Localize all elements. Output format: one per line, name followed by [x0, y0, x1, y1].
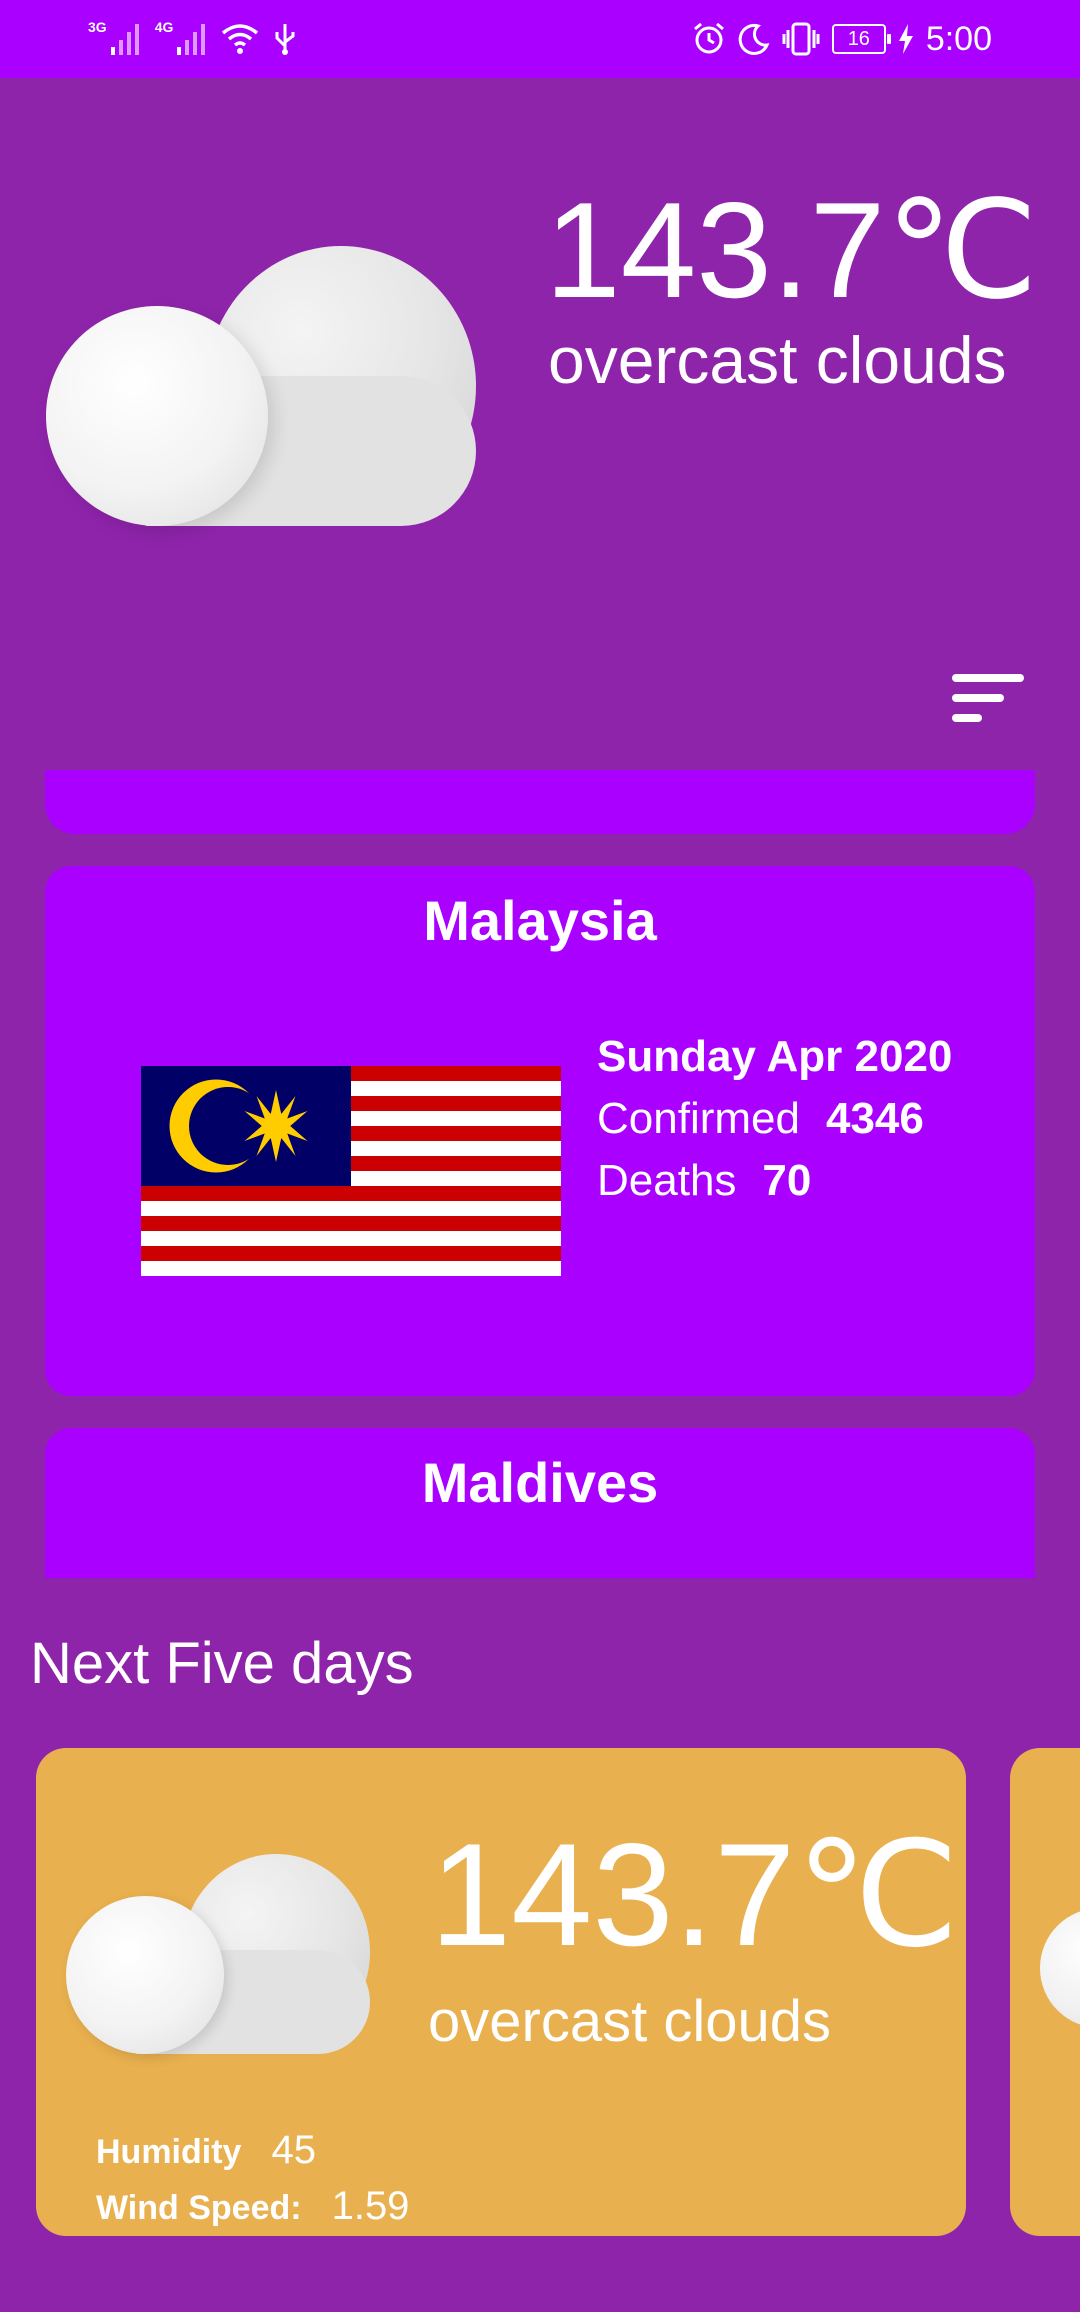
humidity-row: Humidity 45 [96, 2128, 316, 2173]
country-card[interactable]: Malaysia Sunday Apr 2020 Confirmed 4346 D… [45, 866, 1035, 1396]
country-card-partial[interactable] [45, 770, 1035, 834]
status-right: 16 5:00 [692, 18, 992, 60]
humidity-value: 45 [271, 2128, 316, 2172]
confirmed-value: 4346 [825, 1094, 924, 1143]
forecast-card-next[interactable] [1010, 1748, 1080, 2236]
wifi-icon [222, 24, 259, 54]
deaths-value: 70 [762, 1156, 812, 1205]
battery-icon: 16 [831, 24, 891, 54]
sort-icon[interactable] [952, 668, 1032, 728]
confirmed-label: Confirmed [597, 1094, 800, 1143]
current-temperature: 143.7℃ [545, 174, 1039, 326]
wind-value: 1.59 [331, 2184, 410, 2228]
signal-icon [110, 24, 139, 55]
status-left: 3G 4G [88, 18, 297, 60]
country-card[interactable]: Maldives [45, 1428, 1035, 1578]
battery-level: 16 [847, 27, 870, 50]
charging-icon [898, 24, 913, 54]
vibrate-icon [782, 22, 820, 56]
usb-icon [275, 24, 295, 55]
signal-1-label: 3G [88, 19, 107, 35]
country-stats: Sunday Apr 2020 Confirmed 4346 Deaths 70 [597, 1026, 952, 1212]
country-name: Malaysia [423, 889, 657, 952]
stats-date: Sunday Apr 2020 [597, 1032, 953, 1081]
confirmed-row: Confirmed 4346 [597, 1088, 952, 1150]
deaths-row: Deaths 70 [597, 1150, 952, 1212]
status-bar: 3G 4G 16 5:00 [0, 0, 1080, 78]
forecast-card[interactable]: 143.7℃ overcast clouds Humidity 45 Wind S… [36, 1748, 966, 2236]
cloud-icon [1040, 1908, 1080, 2028]
deaths-label: Deaths [597, 1156, 737, 1205]
alarm-icon [693, 22, 724, 54]
humidity-label: Humidity [96, 2133, 242, 2171]
country-name: Maldives [421, 1451, 659, 1514]
signal-2-label: 4G [154, 19, 174, 35]
forecast-description: overcast clouds [428, 1989, 831, 2054]
wind-label: Wind Speed: [96, 2189, 302, 2227]
cloud-icon [66, 1854, 370, 2054]
signal-icon [177, 24, 206, 55]
malaysia-flag [141, 1066, 561, 1276]
moon-icon [738, 23, 770, 55]
cloud-icon [46, 246, 476, 526]
current-description: overcast clouds [548, 323, 1007, 397]
status-time: 5:00 [925, 19, 992, 58]
wind-row: Wind Speed: 1.59 [96, 2184, 409, 2229]
forecast-temperature: 143.7℃ [430, 1813, 960, 1976]
forecast-section-title: Next Five days [30, 1631, 414, 1696]
